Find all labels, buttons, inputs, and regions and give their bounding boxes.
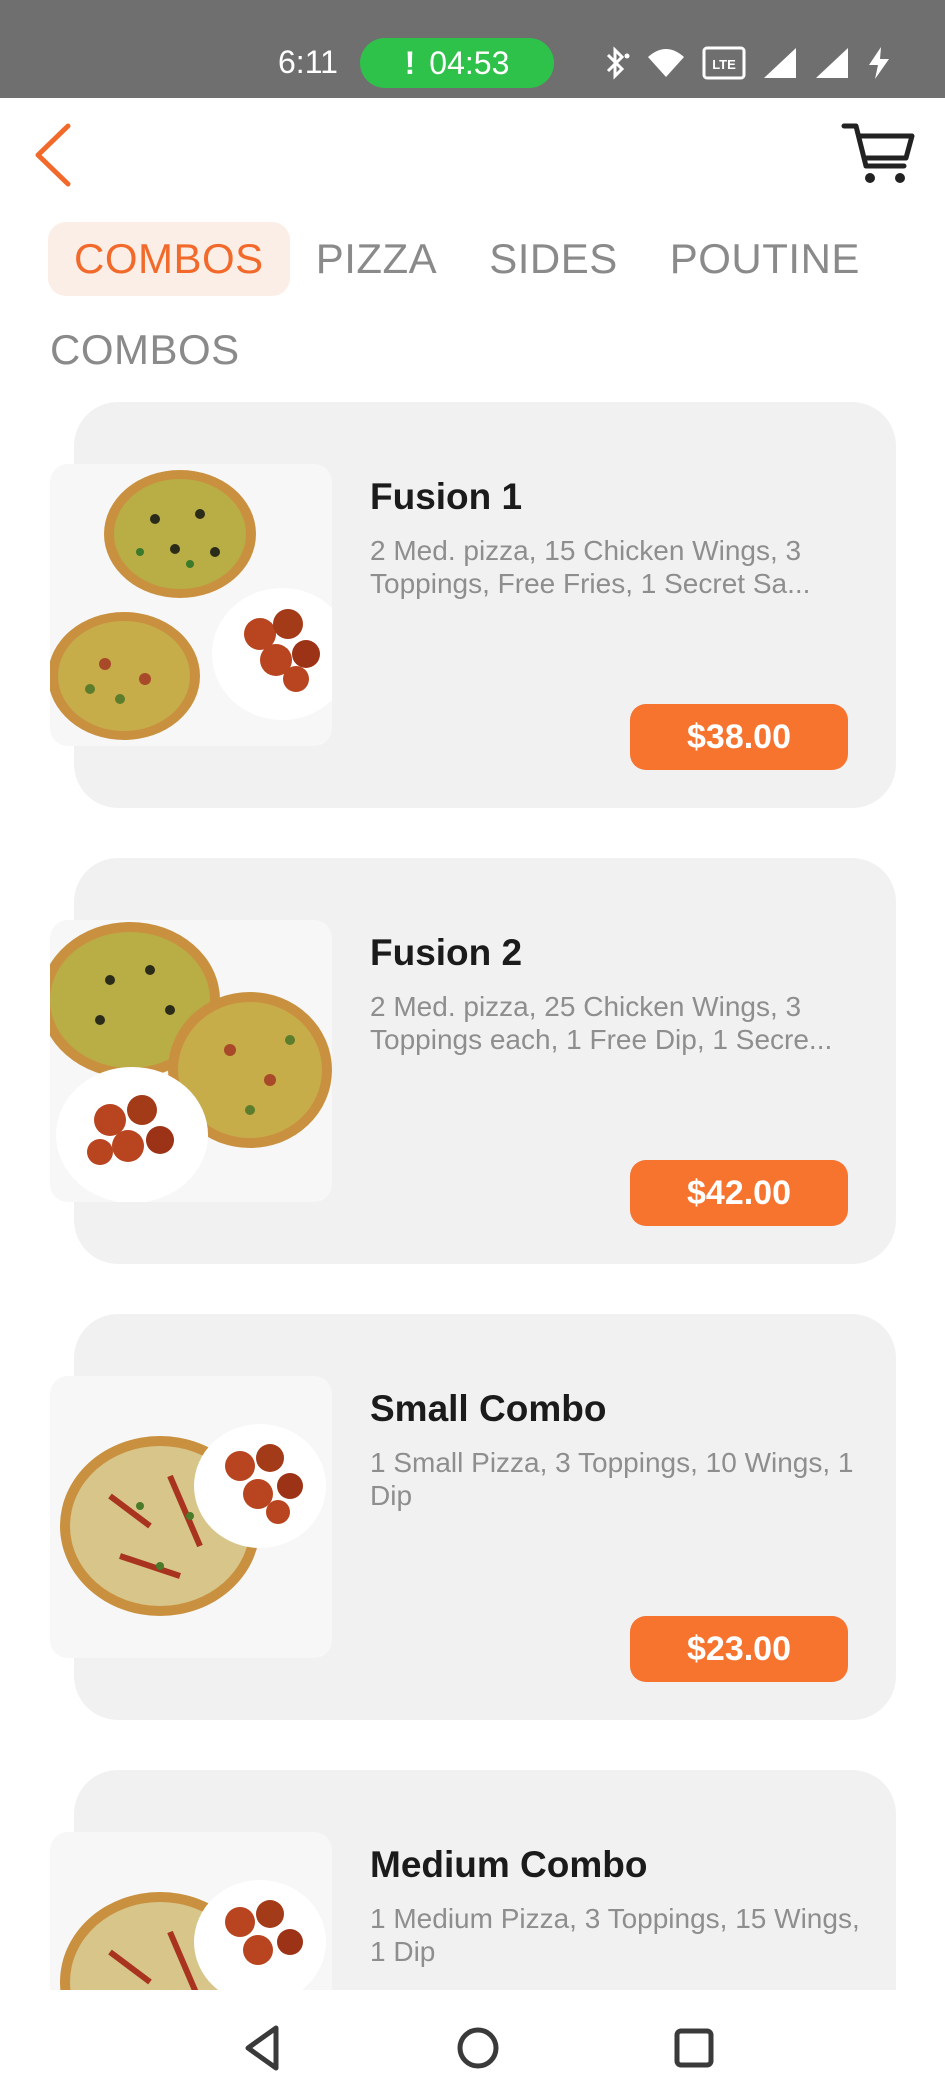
call-timer: 04:53 <box>429 44 510 81</box>
item-description: 1 Medium Pizza, 3 Toppings, 15 Wings, 1 … <box>370 1903 860 1967</box>
nav-home-button[interactable] <box>448 2018 508 2078</box>
signal-icon <box>816 48 848 78</box>
item-name: Small Combo <box>370 1388 607 1429</box>
status-bar: 6:11 ! 04:53 LTE <box>0 0 945 98</box>
product-image <box>50 1376 332 1658</box>
status-icons: LTE <box>600 40 892 86</box>
price-button[interactable]: $23.00 <box>630 1616 848 1682</box>
charging-icon <box>869 47 889 79</box>
item-name: Fusion 2 <box>370 932 523 973</box>
app-header <box>0 98 945 218</box>
product-image <box>50 920 332 1202</box>
item-description: 1 Small Pizza, 3 Toppings, 10 Wings, 1 D… <box>370 1447 854 1511</box>
item-name: Medium Combo <box>370 1844 648 1885</box>
price-button[interactable]: $42.00 <box>630 1160 848 1226</box>
category-tabs: COMBOS PIZZA SIDES POUTINE <box>48 222 886 296</box>
item-description: 2 Med. pizza, 15 Chicken Wings, 3 Toppin… <box>370 535 811 599</box>
call-alert-icon: ! <box>404 44 416 81</box>
tab-poutine[interactable]: POUTINE <box>644 222 886 296</box>
triangle-back-icon <box>245 2025 279 2071</box>
tab-sides[interactable]: SIDES <box>463 222 644 296</box>
chevron-left-icon <box>35 123 71 187</box>
signal-icon <box>764 48 796 78</box>
product-image <box>50 464 332 746</box>
circle-home-icon <box>457 2027 499 2069</box>
nav-back-button[interactable] <box>234 2018 294 2078</box>
price-button[interactable]: $38.00 <box>630 704 848 770</box>
cart-icon <box>841 123 915 183</box>
cart-button[interactable] <box>840 120 916 188</box>
system-nav-bar <box>0 1990 945 2100</box>
back-button[interactable] <box>30 120 80 190</box>
square-recents-icon <box>674 2028 714 2068</box>
volte-icon: LTE <box>702 46 746 80</box>
item-name: Fusion 1 <box>370 476 523 517</box>
tab-combos[interactable]: COMBOS <box>48 222 290 296</box>
product-image <box>50 1832 332 1990</box>
item-description: 2 Med. pizza, 25 Chicken Wings, 3 Toppin… <box>370 991 833 1055</box>
bluetooth-icon <box>606 46 630 80</box>
tab-pizza[interactable]: PIZZA <box>290 222 464 296</box>
nav-recents-button[interactable] <box>664 2018 724 2078</box>
ongoing-call-pill[interactable]: ! 04:53 <box>360 38 554 88</box>
section-title: COMBOS <box>50 326 240 373</box>
status-time: 6:11 <box>278 44 338 80</box>
wifi-icon <box>648 49 684 77</box>
volte-label: LTE <box>712 57 736 72</box>
combo-list: Fusion 1 2 Med. pizza, 15 Chicken Wings,… <box>0 402 945 1990</box>
